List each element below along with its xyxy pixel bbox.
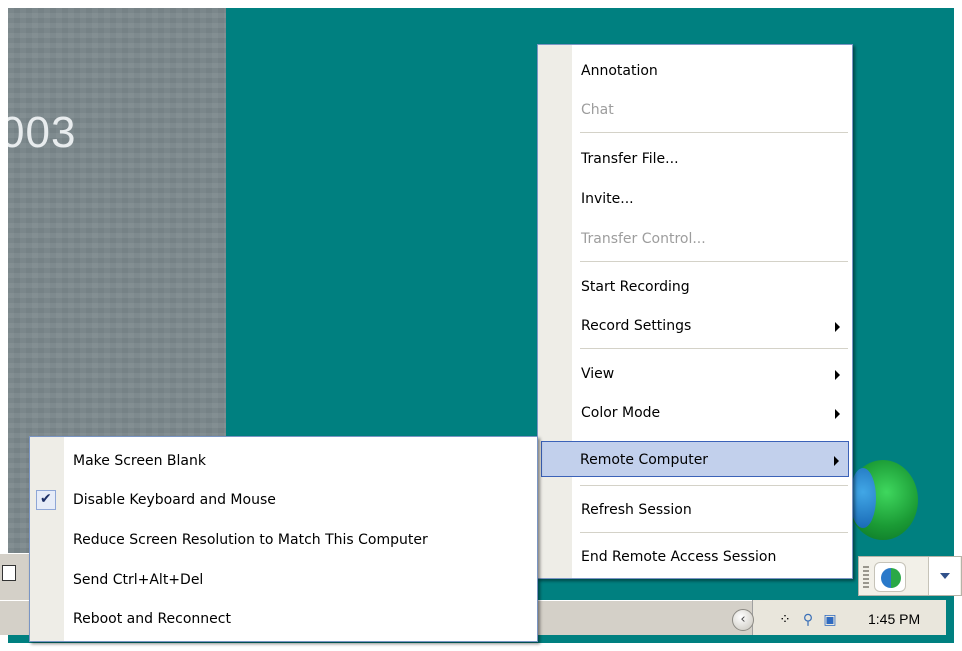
menu-item-chat: Chat — [541, 92, 849, 128]
menu-item-label: Reduce Screen Resolution to Match This C… — [73, 532, 428, 548]
submenu-item-reduce-screen-resolution[interactable]: Reduce Screen Resolution to Match This C… — [33, 522, 534, 558]
submenu-arrow-icon — [835, 322, 840, 332]
network-computers-icon[interactable]: ▣ — [821, 612, 839, 628]
submenu-item-make-screen-blank[interactable]: Make Screen Blank — [33, 443, 534, 479]
remote-assistance-globe-icon — [848, 460, 918, 540]
checkmark-box: ✔ — [36, 490, 56, 510]
dropdown-arrow-icon[interactable] — [928, 557, 960, 595]
submenu-arrow-icon — [835, 370, 840, 380]
menu-item-label: View — [581, 366, 615, 382]
remote-computer-submenu: Make Screen Blank ✔ Disable Keyboard and… — [29, 436, 538, 642]
menu-item-label: Color Mode — [581, 405, 661, 421]
menu-item-label: Record Settings — [581, 318, 692, 334]
menu-separator — [580, 485, 848, 486]
session-context-menu: Annotation Chat Transfer File... Invite.… — [537, 44, 853, 579]
menu-item-annotation[interactable]: Annotation — [541, 53, 849, 89]
submenu-arrow-icon — [835, 409, 840, 419]
menu-item-label: Transfer File... — [581, 151, 679, 167]
menu-item-start-recording[interactable]: Start Recording — [541, 269, 849, 305]
submenu-item-disable-keyboard-and-mouse[interactable]: ✔ Disable Keyboard and Mouse — [33, 482, 534, 518]
menu-item-label: Annotation — [581, 63, 658, 79]
taskbar-clock[interactable]: 1:45 PM — [868, 611, 920, 627]
menu-separator — [580, 261, 848, 262]
search-icon[interactable]: ⚲ — [799, 612, 817, 628]
menu-item-color-mode[interactable]: Color Mode — [541, 395, 849, 431]
menu-item-label: End Remote Access Session — [581, 549, 777, 565]
expand-tray-chevron-icon[interactable]: ‹ — [732, 609, 754, 631]
menu-item-label: Transfer Control... — [581, 231, 706, 247]
network-icon[interactable]: ⁘ — [776, 612, 794, 628]
menu-separator — [580, 348, 848, 349]
submenu-arrow-icon — [834, 456, 839, 466]
menu-item-label: Refresh Session — [581, 502, 692, 518]
menu-item-transfer-control: Transfer Control... — [541, 221, 849, 257]
submenu-item-send-ctrl-alt-del[interactable]: Send Ctrl+Alt+Del — [33, 562, 534, 598]
menu-item-end-remote-access-session[interactable]: End Remote Access Session — [541, 539, 849, 575]
menu-separator — [580, 132, 848, 133]
menu-item-refresh-session[interactable]: Refresh Session — [541, 492, 849, 528]
menu-separator — [580, 532, 848, 533]
menu-item-invite[interactable]: Invite... — [541, 181, 849, 217]
menu-item-label: Chat — [581, 102, 614, 118]
menu-item-remote-computer[interactable]: Remote Computer — [541, 441, 849, 477]
menu-item-record-settings[interactable]: Record Settings — [541, 308, 849, 344]
menu-item-view[interactable]: View — [541, 356, 849, 392]
toolbar-document-icon[interactable] — [2, 565, 16, 581]
menu-item-label: Disable Keyboard and Mouse — [73, 492, 276, 508]
menu-item-label: Send Ctrl+Alt+Del — [73, 572, 204, 588]
submenu-item-reboot-and-reconnect[interactable]: Reboot and Reconnect — [33, 601, 534, 637]
background-heading: 003 — [8, 108, 77, 157]
checkmark-icon: ✔ — [40, 491, 52, 507]
menu-item-label: Invite... — [581, 191, 634, 207]
menu-item-label: Make Screen Blank — [73, 453, 206, 469]
menu-item-label: Reboot and Reconnect — [73, 611, 231, 627]
menu-item-transfer-file[interactable]: Transfer File... — [541, 141, 849, 177]
menu-item-label: Remote Computer — [580, 452, 709, 468]
grip-handle-icon[interactable] — [863, 566, 869, 588]
menu-item-label: Start Recording — [581, 279, 690, 295]
remote-assistance-button[interactable] — [874, 562, 906, 592]
